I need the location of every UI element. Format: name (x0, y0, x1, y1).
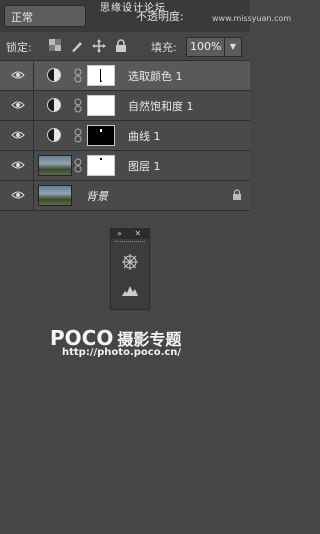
eye-icon[interactable] (11, 189, 25, 201)
fill-value: 100% (190, 40, 222, 53)
layer-row[interactable]: 自然饱和度 1 (0, 91, 250, 121)
eye-icon[interactable] (11, 159, 25, 171)
collapse-icon[interactable]: » (117, 229, 122, 238)
watermark-url: www.missyuan.com (212, 14, 292, 23)
layer-thumbnail[interactable] (38, 155, 72, 176)
eye-icon[interactable] (11, 99, 25, 111)
histogram-icon[interactable] (121, 283, 139, 297)
adjustment-layer-icon (47, 98, 61, 112)
fill-label: 填充: (151, 41, 177, 54)
blend-mode-value: 正常 (11, 11, 33, 24)
chain-icon[interactable] (74, 128, 82, 143)
divider (33, 61, 34, 90)
chain-icon[interactable] (74, 158, 82, 173)
lock-label: 锁定: (6, 41, 32, 54)
site-url: http://photo.poco.cn/ (62, 347, 182, 358)
eye-icon[interactable] (11, 129, 25, 141)
panel-header[interactable]: » ✕ (111, 229, 149, 239)
lock-transparent-icon[interactable] (48, 39, 62, 53)
panel-grip[interactable] (115, 241, 145, 246)
layer-row[interactable]: 图层 1 (0, 151, 250, 181)
layer-name: 选取颜色 1 (128, 70, 183, 83)
layers-list: 选取颜色 1 自然饱和度 1 曲线 1 图层 1 背景 (0, 61, 250, 211)
layer-row[interactable]: 曲线 1 (0, 121, 250, 151)
close-icon[interactable]: ✕ (134, 229, 141, 238)
lock-brush-icon[interactable] (70, 39, 84, 53)
layer-mask-thumbnail[interactable] (87, 155, 115, 176)
lock-move-icon[interactable] (92, 39, 106, 53)
layer-name: 自然饱和度 1 (128, 100, 194, 113)
layer-name: 曲线 1 (128, 130, 161, 143)
fill-dropdown-arrow[interactable]: ▼ (224, 37, 242, 57)
lock-bar: 锁定: 填充: 100% ▼ (0, 32, 250, 61)
compass-icon[interactable] (121, 253, 139, 271)
divider (33, 151, 34, 180)
layer-mask-thumbnail[interactable] (87, 95, 115, 116)
layer-name: 背景 (86, 190, 108, 203)
divider (33, 181, 34, 210)
layer-name: 图层 1 (128, 160, 161, 173)
blend-mode-dropdown[interactable]: 正常 (4, 5, 86, 27)
chain-icon[interactable] (74, 98, 82, 113)
divider (33, 121, 34, 150)
layer-mask-thumbnail[interactable] (87, 65, 115, 86)
lock-icon (233, 189, 241, 200)
adjustment-layer-icon (47, 68, 61, 82)
layer-mask-thumbnail[interactable] (87, 125, 115, 146)
layer-row[interactable]: 选取颜色 1 (0, 61, 250, 91)
floating-panel: » ✕ (110, 228, 150, 310)
layers-toolbar: 正常 思缘设计论坛 不透明度: www.missyuan.com (0, 0, 291, 32)
chain-icon[interactable] (74, 68, 82, 83)
layer-row[interactable]: 背景 (0, 181, 250, 211)
lock-all-icon[interactable] (114, 39, 128, 53)
divider (33, 91, 34, 120)
eye-icon[interactable] (11, 69, 25, 81)
layer-thumbnail[interactable] (38, 185, 72, 206)
opacity-label: 不透明度: (136, 10, 184, 23)
adjustment-layer-icon (47, 128, 61, 142)
fill-input[interactable]: 100% (186, 37, 226, 57)
